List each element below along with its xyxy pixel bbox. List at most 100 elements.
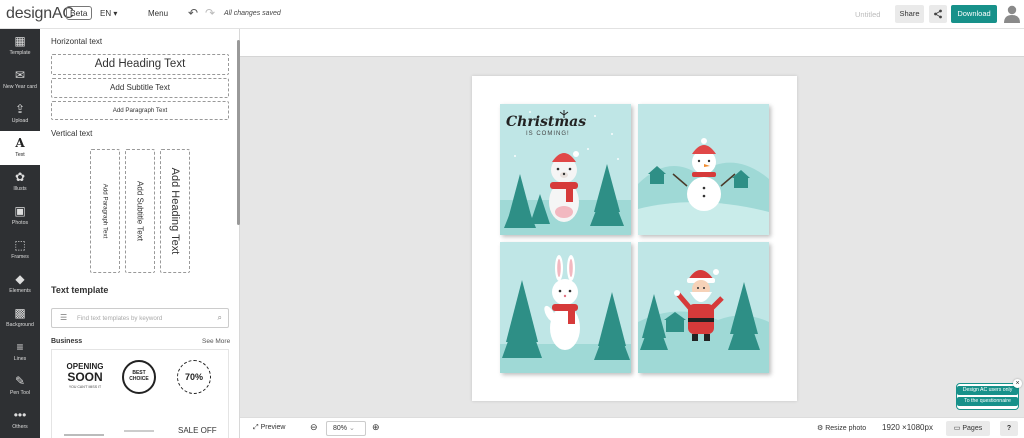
zoom-out-icon[interactable]: ⊖ [310,422,318,433]
rail-item-label: Photos [11,220,29,226]
rail-item-text[interactable]: A Text [0,131,40,165]
photo-icon: ▣ [14,204,26,218]
add-heading-button[interactable]: Add Heading Text [51,54,229,75]
add-vertical-subtitle-button[interactable]: Add Subtitle Text [125,149,155,273]
add-subtitle-button[interactable]: Add Subtitle Text [51,78,229,98]
snowman-illustration [638,104,769,235]
chevron-down-icon: ⌄ [348,425,355,432]
template-sale-off[interactable]: SALE OFF [178,426,217,435]
rail-item-others[interactable]: ••• Others [0,403,40,437]
expand-icon: ⤢ [253,424,259,431]
redo-icon[interactable]: ↷ [205,6,215,20]
rail-item-lines[interactable]: ≡ Lines [0,335,40,369]
vertical-paragraph-label: Add Paragraph Text [101,183,109,239]
horizontal-text-heading: Horizontal text [51,37,103,46]
app-window: designAC Beta EN ▾ Menu ↶ ↷ All changes … [0,0,1024,438]
zoom-in-icon[interactable]: ⊕ [372,422,380,433]
rail-item-pen-tool[interactable]: ✎ Pen Tool [0,369,40,403]
add-vertical-paragraph-button[interactable]: Add Paragraph Text [90,149,120,273]
rail-item-upload[interactable]: ⇪ Upload [0,97,40,131]
promo-line-1: Design AC users only [957,386,1018,395]
template-grid: OPENING SOON YOU CAN'T MISS IT BEST CHOI… [51,349,229,438]
pages-label: Pages [962,425,983,432]
zoom-select[interactable]: 80% ⌄ [326,421,366,436]
text-panel: Horizontal text Add Heading Text Add Sub… [40,29,240,438]
filter-icon[interactable]: ☰ [60,313,67,322]
template-text: YOU CAN'T MISS IT [68,385,102,389]
share-button[interactable]: Share [895,5,924,23]
search-icon[interactable]: ⌕ [218,313,222,323]
elements-icon: ◆ [15,272,25,286]
template-opening-soon[interactable]: OPENING SOON YOU CAN'T MISS IT [62,362,108,402]
help-button[interactable]: ? [1000,421,1018,436]
template-text: 70% [184,372,203,382]
more-icon: ••• [13,408,27,422]
search-placeholder: Find text templates by keyword [77,315,163,322]
promo-line-2[interactable]: To the questionnaire [957,397,1018,406]
preview-button[interactable]: ⤢ Preview [253,424,285,432]
illust-icon: ✿ [14,170,26,184]
language-label: EN [100,9,112,18]
document-title[interactable]: Untitled [855,10,880,19]
canvas-dimensions[interactable]: 1920 ×1080px [882,423,933,432]
card-polar-bear[interactable]: Christmas IS COMING! [500,104,631,235]
top-bar: designAC Beta EN ▾ Menu ↶ ↷ All changes … [0,0,1024,29]
language-select[interactable]: EN ▾ [100,9,117,18]
rail-item-label: Template [9,50,31,56]
see-more-link[interactable]: See More [202,338,230,345]
rail-item-label: New Year card [3,84,37,90]
zoom-value: 80% [333,425,348,432]
card-santa[interactable] [638,242,769,373]
template-70-percent[interactable]: 70% [177,360,211,394]
rail-item-template[interactable]: ▦ Template [0,29,40,63]
card-snowman[interactable] [638,104,769,235]
canvas-area: Christmas IS COMING! [240,57,1024,417]
rail-item-label: Text [15,152,25,158]
rail-item-label: Others [12,424,28,430]
vertical-text-heading: Vertical text [51,129,93,138]
text-template-heading: Text template [51,285,109,295]
canvas-ruler [240,29,1024,57]
vertical-subtitle-label: Add Subtitle Text [135,181,145,241]
add-vertical-heading-button[interactable]: Add Heading Text [160,149,190,273]
card-bunny[interactable] [500,242,631,373]
download-button[interactable]: Download [951,5,997,23]
template-thumbnail[interactable] [64,434,104,436]
design-page[interactable]: Christmas IS COMING! [472,76,797,401]
beta-badge: Beta [66,6,92,20]
pages-button[interactable]: ▭ Pages [946,421,990,436]
undo-icon[interactable]: ↶ [188,6,198,20]
bottom-bar: ⤢ Preview ⊖ 80% ⌄ ⊕ ⚙ Resize photo 1920 … [240,417,1024,438]
template-search[interactable]: ☰ Find text templates by keyword ⌕ [51,308,229,328]
avatar-icon[interactable] [1004,4,1020,24]
chevron-down-icon: ▾ [113,9,118,18]
close-icon[interactable]: × [1013,379,1022,388]
template-text: SOON [67,370,103,384]
rail-item-elements[interactable]: ◆ Elements [0,267,40,301]
share-icon[interactable] [929,5,947,23]
card-title: Christmas [506,114,587,130]
category-label: Business [51,338,83,345]
rail-item-label: Background [6,322,34,328]
rail-item-photos[interactable]: ▣ Photos [0,199,40,233]
background-icon: ▩ [14,306,26,320]
preview-label: Preview [260,424,286,431]
rail-item-new-year-card[interactable]: ✉ New Year card [0,63,40,97]
frame-icon: ⬚ [14,238,26,252]
card-icon: ✉ [14,68,26,82]
add-paragraph-button[interactable]: Add Paragraph Text [51,101,229,120]
upload-icon: ⇪ [14,102,26,116]
menu-button[interactable]: Menu [148,9,168,18]
questionnaire-promo[interactable]: Design AC users only To the questionnair… [956,383,1019,410]
rail-item-label: Lines [13,356,27,362]
rail-item-illusts[interactable]: ✿ Illusts [0,165,40,199]
template-best-choice[interactable]: BEST CHOICE [122,360,156,394]
app-logo[interactable]: designAC [6,5,74,23]
resize-photo-button[interactable]: ⚙ Resize photo [817,424,866,432]
text-icon: A [15,136,25,150]
vertical-heading-label: Add Heading Text [169,167,181,255]
rail-item-frames[interactable]: ⬚ Frames [0,233,40,267]
santa-illustration [638,242,769,373]
rail-item-background[interactable]: ▩ Background [0,301,40,335]
template-thumbnail[interactable] [124,430,154,436]
